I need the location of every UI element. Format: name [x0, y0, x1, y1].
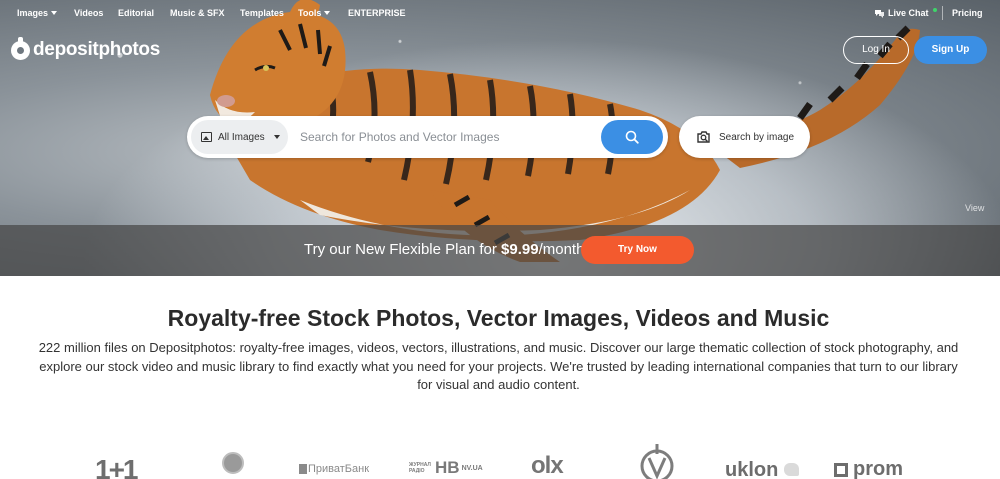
client-logo-radio-hb: ЖУРНАЛ РАДІО HB NV.UA — [409, 458, 483, 478]
page-headline: Royalty-free Stock Photos, Vector Images… — [167, 305, 830, 331]
client-logos: 1+1 ПриватБанк ЖУРНАЛ РАДІО HB NV.UA olx… — [0, 440, 1000, 479]
page-description: 222 million files on Depositphotos: roya… — [38, 340, 959, 392]
client-logo-prom: prom — [834, 458, 903, 479]
search-icon — [625, 130, 639, 144]
client-logo-privatbank: ПриватБанк — [299, 463, 369, 475]
logo-wordmark: depositphotos — [33, 39, 160, 60]
promo-price: $9.99 — [501, 241, 539, 258]
logo-mark-icon — [11, 36, 30, 60]
promo-text-after: /month — [538, 241, 585, 258]
privatbank-mark-icon — [299, 464, 307, 474]
search-by-image-button[interactable]: Search by image — [679, 116, 810, 158]
view-photo-link[interactable]: View — [965, 203, 984, 213]
nav-pricing[interactable]: Pricing — [952, 8, 983, 18]
online-status-dot — [932, 8, 937, 12]
radio-label: ЖУРНАЛ РАДІО — [409, 462, 431, 474]
search-bar: All Images — [187, 116, 668, 158]
hero-banner: Images Videos Editorial Music & SFX Temp… — [0, 0, 1000, 276]
prom-square-icon — [834, 462, 848, 477]
client-logo-olx: olx — [531, 452, 564, 479]
nav-enterprise[interactable]: ENTERPRISE — [348, 8, 406, 18]
depositphotos-logo[interactable]: depositphotos — [11, 36, 160, 61]
nav-divider — [942, 6, 943, 20]
live-chat-link[interactable]: Live Chat — [874, 8, 937, 18]
client-logo-uklon: uklon — [725, 459, 779, 479]
image-icon — [201, 132, 212, 142]
promo-text: Try our New Flexible Plan for $9.99/mont… — [304, 241, 584, 258]
nav-music-sfx[interactable]: Music & SFX — [170, 8, 225, 18]
uklon-heart-icon — [784, 463, 799, 476]
search-button[interactable] — [601, 120, 663, 154]
live-chat-label: Live Chat — [888, 8, 929, 18]
search-type-label: All Images — [218, 131, 265, 143]
search-by-image-label: Search by image — [719, 131, 795, 143]
promo-text-before: Try our New Flexible Plan for — [304, 241, 502, 258]
page: Images Videos Editorial Music & SFX Temp… — [0, 0, 1000, 479]
hb-label: HB — [435, 458, 460, 477]
nv-label: NV.UA — [461, 464, 483, 472]
nav-tools[interactable]: Tools — [298, 8, 331, 18]
nav-templates[interactable]: Templates — [240, 8, 284, 18]
search-input[interactable] — [300, 126, 595, 148]
nav-videos[interactable]: Videos — [74, 8, 103, 18]
top-navigation: Images Videos Editorial Music & SFX Temp… — [0, 0, 1000, 26]
privatbank-label: ПриватБанк — [308, 463, 370, 475]
chevron-down-icon — [51, 11, 58, 15]
signup-button[interactable]: Sign Up — [914, 36, 987, 64]
nav-tools-label: Tools — [298, 8, 322, 18]
chat-icon — [875, 10, 884, 18]
nav-editorial[interactable]: Editorial — [118, 8, 154, 18]
nav-images[interactable]: Images — [17, 8, 58, 18]
client-logo-1plus1: 1+1 — [95, 454, 138, 479]
camera-search-icon — [697, 131, 710, 143]
prom-label: prom — [853, 458, 903, 479]
client-logo-shield-icon — [640, 444, 674, 479]
nav-images-label: Images — [17, 8, 49, 18]
search-type-select[interactable]: All Images — [191, 120, 288, 154]
promo-banner: Try our New Flexible Plan for $9.99/mont… — [0, 225, 1000, 276]
try-now-button[interactable]: Try Now — [581, 236, 694, 264]
chevron-down-icon — [273, 135, 280, 139]
login-button[interactable]: Log In — [843, 36, 909, 64]
client-logo-emblem — [222, 452, 244, 474]
chevron-down-icon — [324, 11, 331, 15]
